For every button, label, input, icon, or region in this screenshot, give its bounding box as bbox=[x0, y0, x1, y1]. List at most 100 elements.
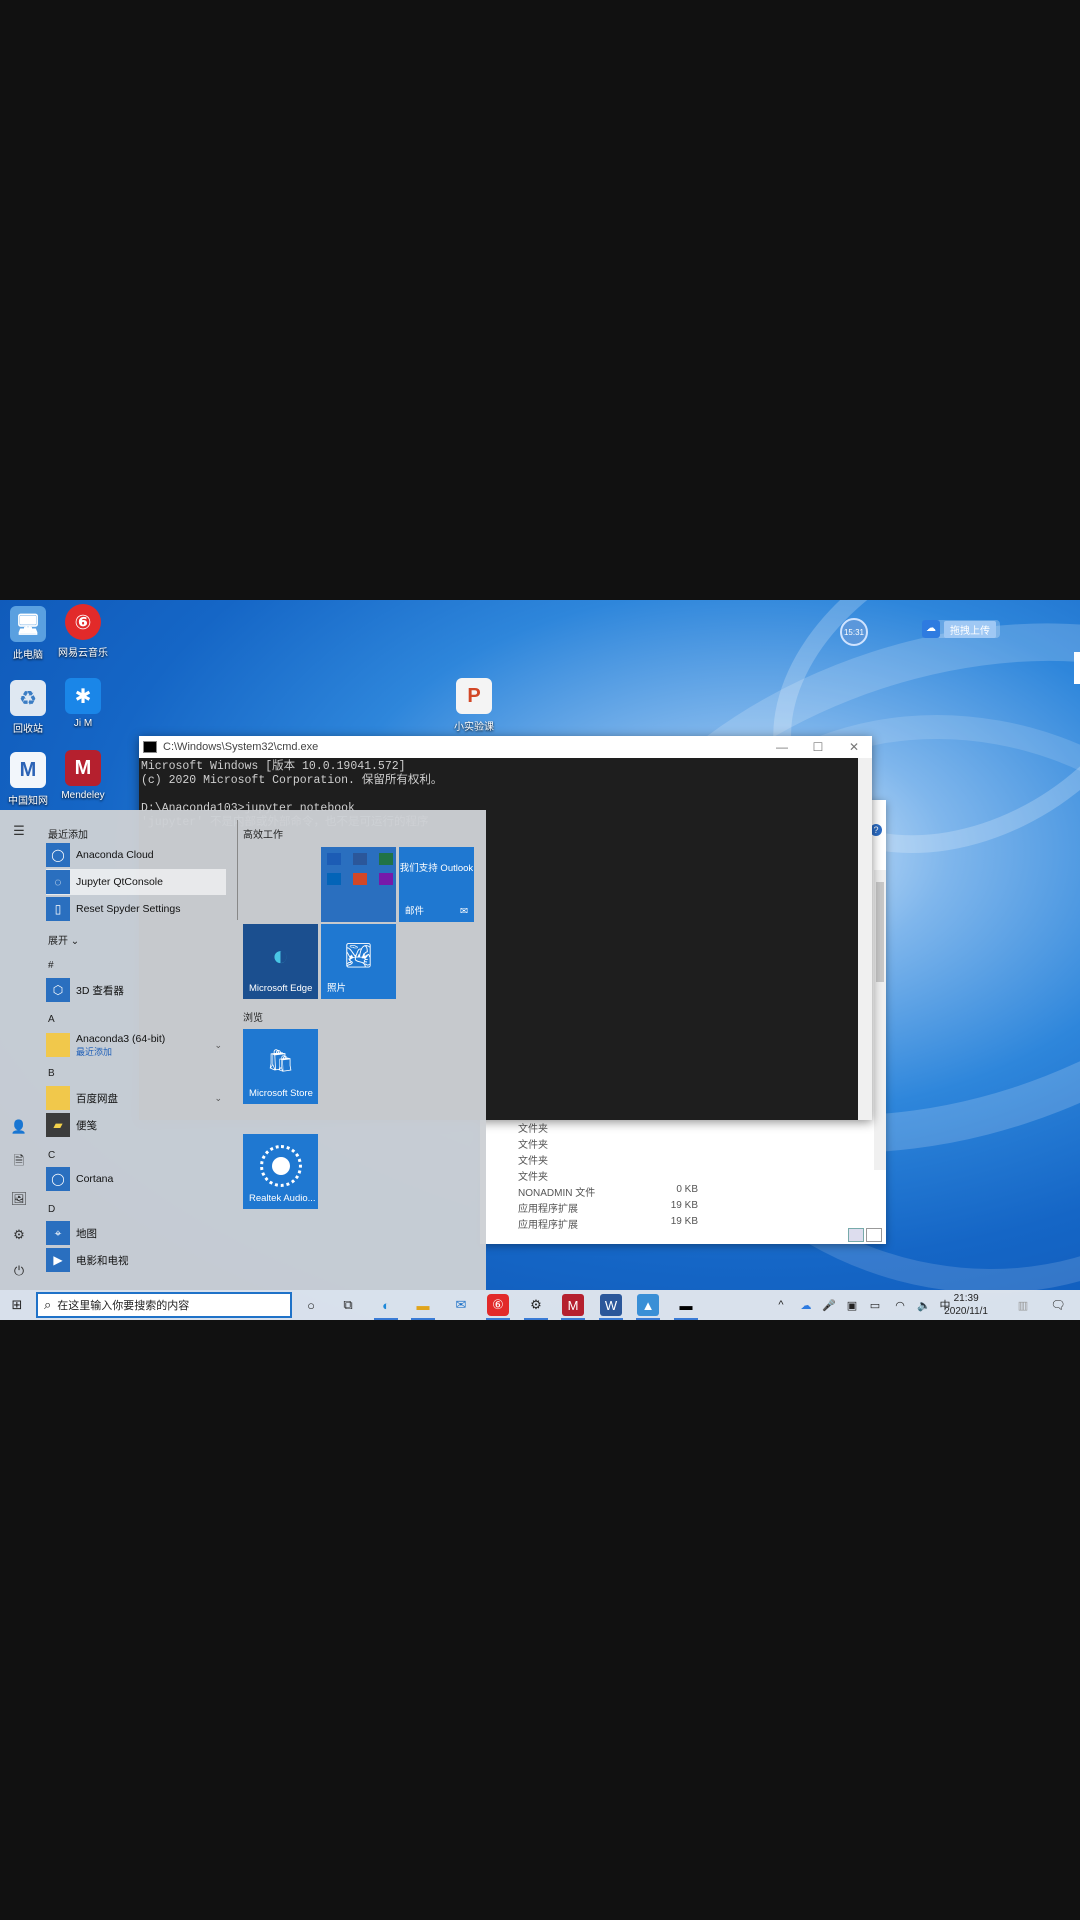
jupyter-icon: ◌ bbox=[46, 870, 70, 894]
app-baidu-netdisk-folder[interactable]: 百度网盘 ⌄ bbox=[46, 1085, 226, 1111]
file-row[interactable]: NONADMIN 文件 0 KB bbox=[518, 1184, 698, 1200]
notification-icon[interactable]: 🗨 bbox=[1047, 1294, 1069, 1316]
tile-realtek-audio[interactable]: Realtek Audio... bbox=[243, 1134, 318, 1209]
file-row[interactable]: 应用程序扩展 19 KB bbox=[518, 1200, 698, 1216]
file-row[interactable]: 应用程序扩展 19 KB bbox=[518, 1216, 698, 1232]
pictures-icon[interactable]: 🖼 bbox=[8, 1188, 30, 1210]
cube-icon: ⬡ bbox=[46, 978, 70, 1002]
folder-icon bbox=[46, 1033, 70, 1057]
app-jupyter-qtconsole[interactable]: ◌ Jupyter QtConsole bbox=[46, 869, 226, 895]
chevron-up-icon[interactable]: ^ bbox=[770, 1294, 792, 1316]
cortana-icon: ◯ bbox=[46, 1167, 70, 1191]
recent-header: 最近添加 bbox=[48, 830, 88, 841]
app-maps[interactable]: ⌖ 地图 bbox=[46, 1220, 226, 1246]
word-taskbar-icon[interactable]: W bbox=[600, 1294, 622, 1316]
baidu-tray-icon[interactable]: ☁ bbox=[795, 1294, 817, 1316]
edge-sidebar-tab[interactable] bbox=[1074, 652, 1080, 684]
file-row[interactable]: 文件夹 bbox=[518, 1120, 698, 1136]
letter-header-d[interactable]: D bbox=[48, 1204, 55, 1215]
file-row[interactable]: 文件夹 bbox=[518, 1152, 698, 1168]
microphone-icon[interactable]: 🎤 bbox=[818, 1294, 840, 1316]
close-button[interactable]: ✕ bbox=[836, 740, 872, 754]
edge-icon: ◐ bbox=[272, 939, 289, 971]
desktop: 🖥 此电脑 ⑥ 网易云音乐 ♻ 回收站 ✱ Ji M P 小实验课 M 中国知网… bbox=[0, 600, 1080, 1320]
mail-taskbar-icon[interactable]: ✉ bbox=[450, 1294, 472, 1316]
document-icon: ▯ bbox=[46, 897, 70, 921]
edge-taskbar-icon[interactable]: ◐ bbox=[375, 1294, 397, 1316]
power-icon[interactable]: ⏻ bbox=[8, 1260, 30, 1282]
app-cortana[interactable]: ◯ Cortana bbox=[46, 1166, 226, 1192]
tile-group-productivity: 高效工作 bbox=[243, 830, 283, 841]
settings-taskbar-icon[interactable]: ⚙ bbox=[525, 1294, 547, 1316]
letter-header-b[interactable]: B bbox=[48, 1068, 55, 1079]
store-bag-icon: 🛍 bbox=[266, 1047, 295, 1073]
desktop-icon-pptx[interactable]: P 小实验课 bbox=[441, 678, 507, 733]
cloud-icon: ☁ bbox=[922, 620, 940, 638]
photos-taskbar-icon[interactable]: ▲ bbox=[637, 1294, 659, 1316]
photos-icon: 🏞 bbox=[343, 942, 374, 969]
excel-mini-icon bbox=[379, 853, 393, 865]
tile-mail[interactable]: 我们支持 Outlook 邮件 ✉ bbox=[399, 847, 474, 922]
floating-clock-badge[interactable]: 15:31 bbox=[840, 618, 868, 646]
app-list: 最近添加 ◯ Anaconda Cloud ◌ Jupyter QtConsol… bbox=[38, 810, 234, 1290]
netease-music-taskbar-icon[interactable]: ⑥ bbox=[487, 1294, 509, 1316]
maximize-button[interactable]: ☐ bbox=[800, 740, 836, 754]
app-sticky-notes[interactable]: ▰ 便笺 bbox=[46, 1112, 226, 1138]
letter-header-a[interactable]: A bbox=[48, 1014, 55, 1025]
recycle-bin-icon: ♻ bbox=[10, 680, 46, 716]
tile-microsoft-store[interactable]: 🛍 Microsoft Store bbox=[243, 1029, 318, 1104]
powerpoint-file-icon: P bbox=[456, 678, 492, 714]
cmd-scrollbar[interactable] bbox=[858, 758, 872, 1120]
task-view-icon[interactable]: ⧉ bbox=[337, 1294, 359, 1316]
file-row[interactable]: 文件夹 bbox=[518, 1136, 698, 1152]
mendeley-taskbar-icon[interactable]: M bbox=[562, 1294, 584, 1316]
app-reset-spyder[interactable]: ▯ Reset Spyder Settings bbox=[46, 896, 226, 922]
file-row[interactable]: 文件夹 bbox=[518, 1168, 698, 1184]
volume-icon[interactable]: 🔈 bbox=[913, 1294, 935, 1316]
desktop-icon-netease-music[interactable]: ⑥ 网易云音乐 bbox=[50, 604, 116, 659]
tile-microsoft-edge[interactable]: ◐ Microsoft Edge bbox=[243, 924, 318, 999]
desktop-icon-jim[interactable]: ✱ Ji M bbox=[50, 678, 116, 729]
app-anaconda3-folder[interactable]: Anaconda3 (64-bit) 最近添加 ⌄ bbox=[46, 1030, 226, 1060]
taskbar-search-input[interactable]: ⌕ 在这里输入你要搜索的内容 bbox=[36, 1292, 292, 1318]
letter-header-c[interactable]: C bbox=[48, 1150, 55, 1161]
file-explorer-taskbar-icon[interactable]: ▬ bbox=[412, 1294, 434, 1316]
chevron-down-icon: ⌄ bbox=[214, 1092, 222, 1103]
onenote-mini-icon bbox=[379, 873, 393, 885]
app-movies-tv[interactable]: ▶ 电影和电视 bbox=[46, 1247, 226, 1273]
onedrive-mini-icon bbox=[327, 873, 341, 885]
anaconda-cloud-icon: ◯ bbox=[46, 843, 70, 867]
cortana-circle-icon[interactable]: ○ bbox=[300, 1294, 322, 1316]
minimize-button[interactable]: — bbox=[764, 740, 800, 754]
taskbar-clock[interactable]: 21:39 2020/11/1 bbox=[944, 1292, 988, 1318]
cmd-titlebar[interactable]: C:\Windows\System32\cmd.exe — ☐ ✕ bbox=[139, 736, 872, 758]
explorer-scrollbar[interactable] bbox=[874, 870, 886, 1170]
details-view-icon bbox=[848, 1228, 864, 1242]
explorer-file-list: 文件夹 文件夹 文件夹 文件夹 NONADMIN 文件 0 KB 应用程序扩展 19… bbox=[518, 1120, 698, 1232]
letter-header-hash[interactable]: # bbox=[48, 960, 54, 971]
desktop-icon-mendeley[interactable]: M Mendeley bbox=[50, 750, 116, 801]
map-pin-icon: ⌖ bbox=[46, 1221, 70, 1245]
chevron-down-icon: ⌄ bbox=[214, 1039, 222, 1050]
hamburger-menu-icon[interactable]: ☰ bbox=[8, 820, 30, 842]
search-icon: ⌕ bbox=[44, 1297, 52, 1312]
baidu-upload-widget[interactable]: ☁ 拖拽上传 bbox=[922, 620, 1000, 638]
start-rail: ☰ 👤 🗎 🖼 ⚙ ⏻ bbox=[0, 810, 38, 1290]
asterisk-app-icon: ✱ bbox=[65, 678, 101, 714]
app-anaconda-cloud[interactable]: ◯ Anaconda Cloud bbox=[46, 842, 226, 868]
expand-toggle[interactable]: 展开 ⌄ bbox=[48, 932, 79, 947]
app-3d-viewer[interactable]: ⬡ 3D 查看器 bbox=[46, 977, 226, 1003]
documents-icon[interactable]: 🗎 bbox=[8, 1152, 30, 1174]
user-icon[interactable]: 👤 bbox=[8, 1116, 30, 1138]
view-toggle[interactable] bbox=[848, 1228, 882, 1242]
tile-photos[interactable]: 🏞 照片 bbox=[321, 924, 396, 999]
sticky-notes-icon: ▰ bbox=[46, 1113, 70, 1137]
network-icon[interactable]: ◠ bbox=[889, 1294, 911, 1316]
cmd-taskbar-icon[interactable]: ▬ bbox=[675, 1294, 697, 1316]
ime-tray-icon[interactable]: ▣ bbox=[841, 1294, 863, 1316]
settings-gear-icon[interactable]: ⚙ bbox=[8, 1224, 30, 1246]
cmd-title: C:\Windows\System32\cmd.exe bbox=[163, 741, 319, 753]
battery-icon[interactable]: ▭ bbox=[864, 1294, 886, 1316]
tile-office-apps[interactable] bbox=[321, 847, 396, 922]
windows-start-icon[interactable]: ⊞ bbox=[6, 1294, 28, 1316]
